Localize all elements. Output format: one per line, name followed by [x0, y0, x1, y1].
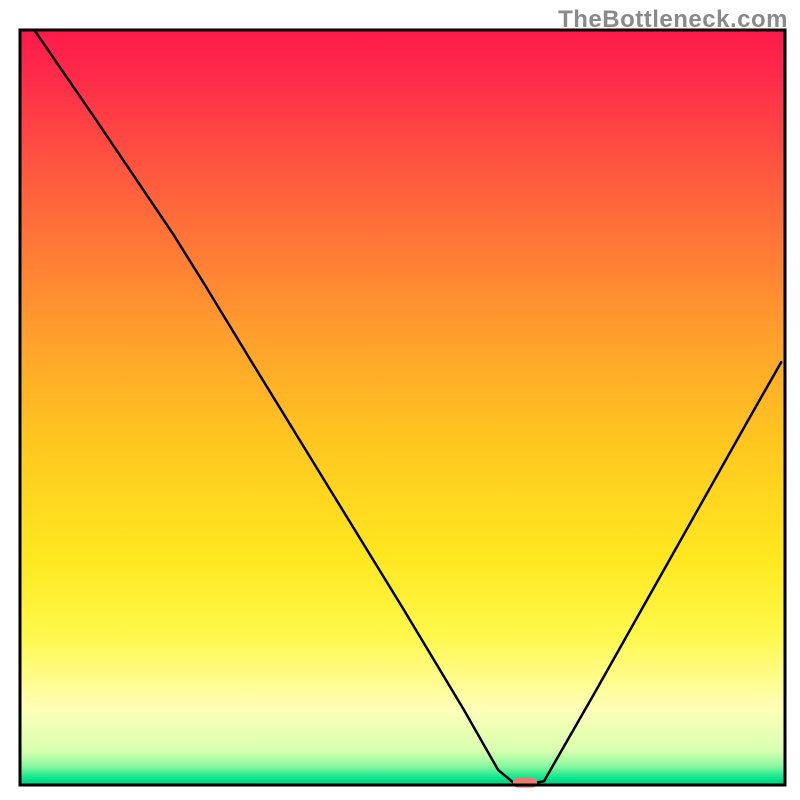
watermark-text: TheBottleneck.com [558, 6, 788, 34]
chart-svg [0, 0, 800, 800]
bottleneck-chart: TheBottleneck.com [0, 0, 800, 800]
chart-background [20, 30, 785, 785]
